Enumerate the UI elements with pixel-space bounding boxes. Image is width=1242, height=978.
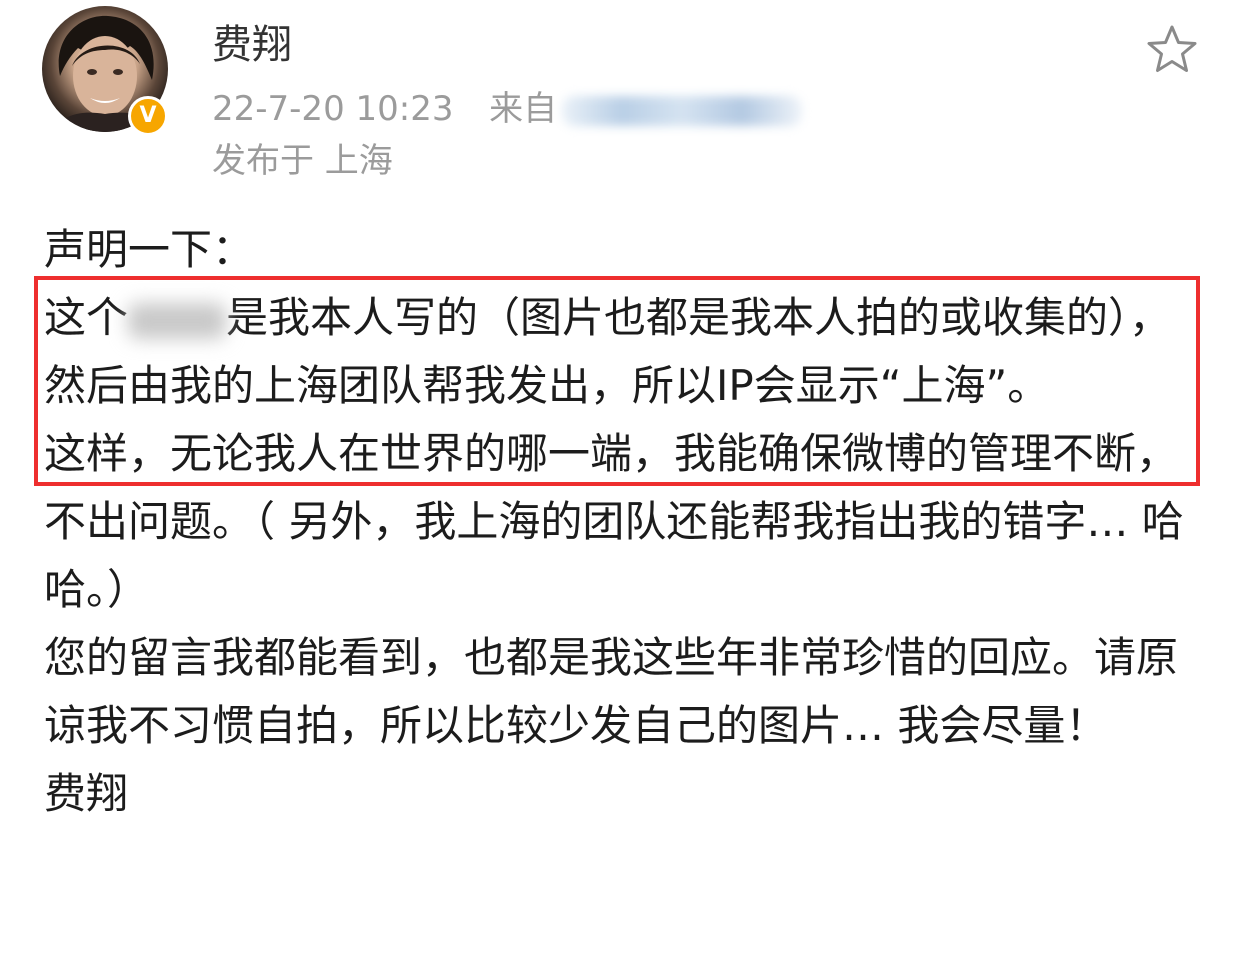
star-outline-icon [1147, 25, 1197, 72]
post-timestamp: 22-7-20 10:23 [212, 89, 454, 129]
post-location: 发布于 上海 [212, 141, 393, 181]
post-source-blurred [561, 95, 802, 126]
content-intro: 声明一下： [44, 225, 255, 274]
content-paragraph-3: 您的留言我都能看到，也都是我这些年非常珍惜的回应。请原谅我不习惯自拍，所以比较少… [44, 633, 1179, 750]
content-signature: 费翔 [44, 769, 129, 818]
verified-badge-icon: V [128, 96, 168, 136]
weibo-post: V 费翔 22-7-20 10:23 来自 发布于 上海 声明一下： 这个 是我本… [0, 0, 1242, 978]
red-highlight-box [34, 276, 1200, 486]
author-name[interactable]: 费翔 [212, 18, 292, 72]
favorite-button[interactable] [1146, 24, 1198, 74]
post-meta: 22-7-20 10:23 来自 [212, 86, 802, 132]
post-source-prefix: 来自 [489, 89, 558, 129]
